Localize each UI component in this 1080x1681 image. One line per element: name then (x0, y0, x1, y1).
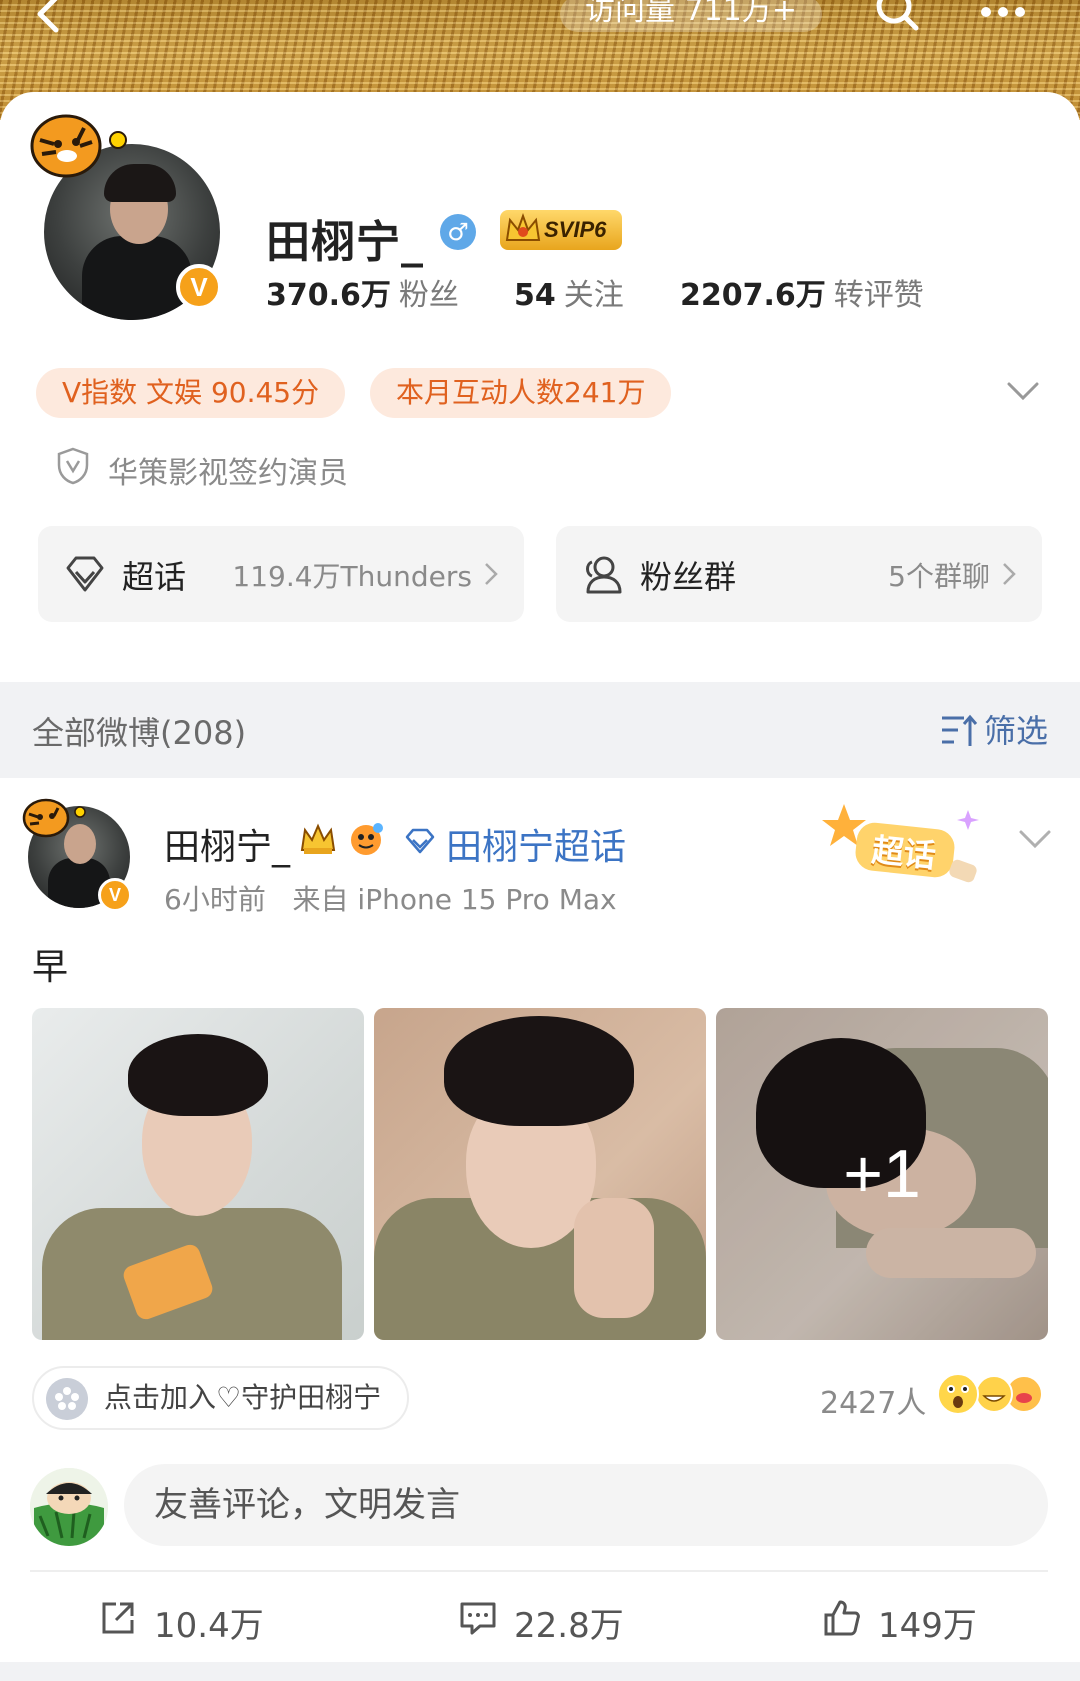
post-author-name[interactable]: 田栩宁_ (164, 818, 290, 870)
weibo-post: V 田栩宁_ 田栩宁超话 6小时前 来自 iPhone 15 Pro Max 超… (0, 778, 1080, 1681)
diamond-icon (405, 828, 435, 854)
chevron-right-icon (1003, 563, 1016, 585)
share-icon (102, 1602, 134, 1634)
svip-label: SVIP6 (544, 217, 607, 242)
people-icon (586, 556, 622, 594)
sort-filter-icon[interactable] (940, 712, 980, 748)
post-separator (0, 1662, 1080, 1681)
chevron-down-icon[interactable] (1018, 828, 1052, 850)
stat-value: 370.6万 (266, 278, 391, 313)
post-source: 来自 iPhone 15 Pro Max (292, 883, 617, 916)
like-count: 149万 (878, 1606, 977, 1646)
member-badges-icon (300, 823, 383, 855)
flower-icon (46, 1378, 88, 1420)
search-icon[interactable] (874, 0, 922, 32)
fan-group-title: 粉丝群 (640, 558, 737, 596)
post-photo[interactable] (32, 1008, 364, 1340)
super-topic-link[interactable]: 超话 119.4万Thunders (38, 526, 524, 622)
visits-counter[interactable]: 访问量 711万+ (560, 0, 822, 32)
super-topic-sticker[interactable]: 超话 (822, 800, 992, 886)
crown-icon (505, 213, 541, 241)
super-topic-detail: 119.4万Thunders (232, 560, 472, 593)
comment-count: 22.8万 (514, 1606, 624, 1646)
filter-button[interactable]: 筛选 (984, 706, 1048, 752)
profile-name: 田栩宁_ (266, 217, 424, 268)
post-photo[interactable] (374, 1008, 706, 1340)
reaction-count[interactable]: 2427人 (820, 1378, 926, 1422)
join-fan-club-button[interactable]: 点击加入♡守护田栩宁 (32, 1366, 410, 1430)
chevron-right-icon (485, 563, 498, 585)
stat-value: 2207.6万 (680, 278, 826, 313)
post-meta: 6小时前 来自 iPhone 15 Pro Max (164, 878, 617, 918)
profile-card: V 田栩宁_ ♂ SVIP6 370.6万 粉丝 54 关注 2207.6万 转评赞 … (0, 92, 1080, 762)
verified-badge: V (98, 878, 132, 912)
super-topic-sticker-label: 超话 (869, 830, 938, 876)
post-time: 6小时前 (164, 883, 266, 916)
shield-icon (57, 447, 89, 485)
engagement-stat[interactable]: 2207.6万 转评赞 (680, 270, 924, 314)
following-stat[interactable]: 54 关注 (514, 270, 624, 314)
comment-icon (460, 1602, 496, 1635)
certification-text: 华策影视签约演员 (108, 456, 348, 491)
svip-badge[interactable]: SVIP6 (500, 210, 622, 250)
followers-stat[interactable]: 370.6万 粉丝 (266, 270, 459, 314)
more-photos-count: +1 (716, 1008, 1048, 1340)
verified-badge: V (176, 264, 222, 310)
stat-label: 关注 (563, 278, 624, 313)
stat-label: 粉丝 (398, 278, 459, 313)
male-gender-icon: ♂ (440, 214, 476, 250)
monthly-interaction-tag[interactable]: 本月互动人数241万 (370, 368, 672, 418)
stat-value: 54 (514, 278, 556, 313)
post-text: 早 (32, 947, 69, 988)
fan-group-link[interactable]: 粉丝群 5个群聊 (556, 526, 1042, 622)
comment-input[interactable]: 友善评论，文明发言 (124, 1464, 1048, 1546)
post-photo[interactable]: +1 (716, 1008, 1048, 1340)
super-topic-title: 超话 (122, 558, 187, 596)
tiger-sticker-icon (22, 798, 86, 838)
divider (30, 1570, 1048, 1572)
repost-count: 10.4万 (154, 1606, 264, 1646)
tiger-sticker-icon (30, 114, 127, 178)
v-index-tag[interactable]: V指数 文娱 90.45分 (36, 368, 346, 418)
current-user-avatar (30, 1468, 108, 1546)
post-filter-bar: 全部微博(208) 筛选 (0, 682, 1080, 778)
all-posts-count[interactable]: 全部微博(208) (32, 708, 246, 754)
stat-label: 转评赞 (833, 278, 924, 313)
more-options-icon[interactable] (980, 6, 1026, 18)
back-arrow-icon[interactable] (30, 0, 70, 34)
join-fan-club-label: 点击加入♡守护田栩宁 (104, 1381, 382, 1414)
diamond-icon (66, 556, 104, 592)
super-topic-link[interactable]: 田栩宁超话 (446, 818, 626, 870)
thumbs-up-icon (824, 1600, 860, 1636)
chevron-down-icon[interactable] (1006, 380, 1040, 402)
emoji-reactions-icon[interactable] (936, 1372, 1048, 1416)
fan-group-detail: 5个群聊 (888, 560, 990, 593)
